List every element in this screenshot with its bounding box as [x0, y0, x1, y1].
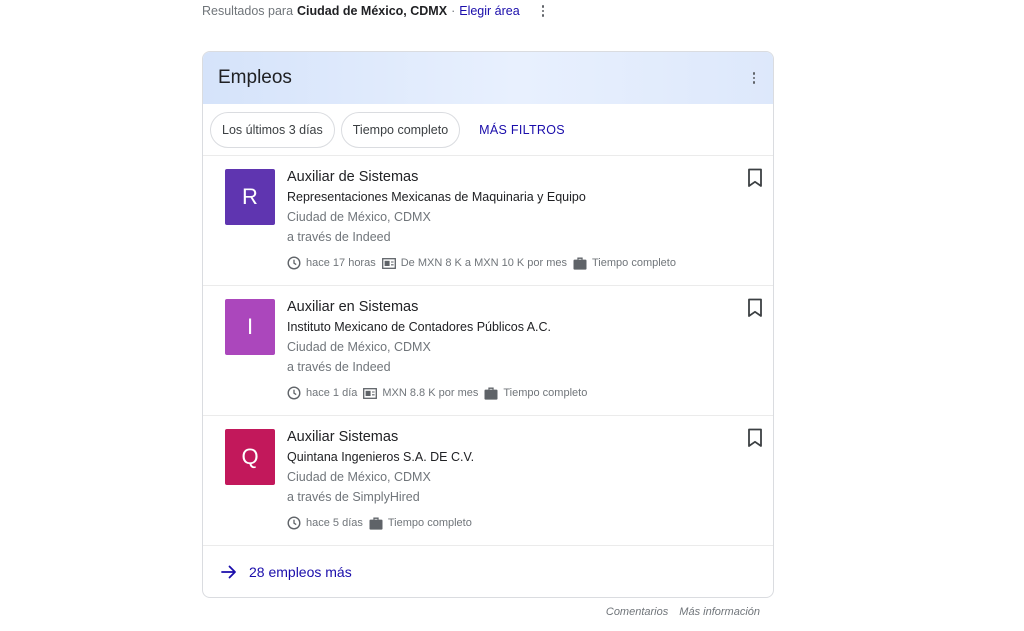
- job-source: a través de Indeed: [287, 360, 391, 374]
- bookmark-icon[interactable]: [747, 168, 763, 193]
- money-icon: [381, 257, 396, 269]
- change-area-link[interactable]: Elegir área: [459, 4, 519, 18]
- company-logo: R: [225, 169, 275, 225]
- jobs-card: Empleos Los últimos 3 días Tiempo comple…: [202, 51, 774, 598]
- card-menu-icon[interactable]: [749, 68, 760, 88]
- company-logo: I: [225, 299, 275, 355]
- filter-chip-full-time[interactable]: Tiempo completo: [340, 111, 461, 148]
- job-posted: hace 5 días: [306, 517, 363, 529]
- job-listing[interactable]: R Auxiliar de Sistemas Representaciones …: [203, 156, 773, 286]
- clock-icon: [287, 516, 301, 530]
- briefcase-icon: [369, 517, 383, 530]
- results-location: Ciudad de México, CDMX: [297, 4, 448, 18]
- job-location: Ciudad de México, CDMX: [287, 210, 431, 224]
- footer-links: Comentarios Más información: [606, 606, 760, 618]
- job-title: Auxiliar Sistemas: [287, 429, 399, 445]
- results-prefix: Resultados para: [202, 4, 294, 18]
- briefcase-icon: [573, 257, 587, 270]
- job-location: Ciudad de México, CDMX: [287, 470, 431, 484]
- arrow-right-icon: [221, 565, 237, 579]
- filter-chip-last-3-days[interactable]: Los últimos 3 días: [210, 111, 335, 148]
- more-jobs-link[interactable]: 28 empleos más: [203, 546, 773, 597]
- job-company: Quintana Ingenieros S.A. DE C.V.: [287, 450, 475, 464]
- clock-icon: [287, 256, 301, 270]
- briefcase-icon: [484, 387, 498, 400]
- job-title: Auxiliar en Sistemas: [287, 299, 419, 315]
- bookmark-icon[interactable]: [747, 298, 763, 323]
- more-options-icon[interactable]: [538, 5, 549, 17]
- job-posted: hace 17 horas: [306, 257, 376, 269]
- job-type: Tiempo completo: [387, 517, 472, 529]
- jobs-card-title: Empleos: [218, 67, 292, 88]
- job-salary: De MXN 8 K a MXN 10 K por mes: [400, 257, 567, 269]
- company-logo: Q: [225, 429, 275, 485]
- job-posted: hace 1 día: [306, 387, 358, 399]
- job-meta: hace 5 días Tiempo completo: [287, 516, 478, 530]
- job-title: Auxiliar de Sistemas: [287, 169, 419, 185]
- job-listing[interactable]: Q Auxiliar Sistemas Quintana Ingenieros …: [203, 416, 773, 546]
- bookmark-icon[interactable]: [747, 428, 763, 453]
- job-company: Representaciones Mexicanas de Maquinaria…: [287, 190, 586, 204]
- clock-icon: [287, 386, 301, 400]
- more-info-link[interactable]: Más información: [679, 606, 760, 618]
- results-location-line: Resultados para Ciudad de México, CDMX ·…: [202, 4, 548, 18]
- job-location: Ciudad de México, CDMX: [287, 340, 431, 354]
- job-company: Instituto Mexicano de Contadores Público…: [287, 320, 552, 334]
- job-type: Tiempo completo: [503, 387, 588, 399]
- money-icon: [363, 387, 378, 399]
- feedback-link[interactable]: Comentarios: [606, 606, 668, 618]
- jobs-card-header: Empleos: [203, 52, 773, 104]
- job-listing[interactable]: I Auxiliar en Sistemas Instituto Mexican…: [203, 286, 773, 416]
- more-jobs-label: 28 empleos más: [249, 563, 352, 580]
- job-meta: hace 17 horas De MXN 8 K a MXN 10 K por …: [287, 256, 682, 270]
- job-source: a través de SimplyHired: [287, 490, 420, 504]
- job-source: a través de Indeed: [287, 230, 391, 244]
- job-type: Tiempo completo: [592, 257, 676, 269]
- job-meta: hace 1 día MXN 8.8 K por mes Tiempo comp…: [287, 386, 593, 400]
- filter-bar: Los últimos 3 días Tiempo completo MÁS F…: [203, 104, 773, 156]
- separator-dot: ·: [451, 4, 456, 18]
- job-salary: MXN 8.8 K por mes: [382, 387, 479, 399]
- more-filters-button[interactable]: MÁS FILTROS: [479, 123, 565, 137]
